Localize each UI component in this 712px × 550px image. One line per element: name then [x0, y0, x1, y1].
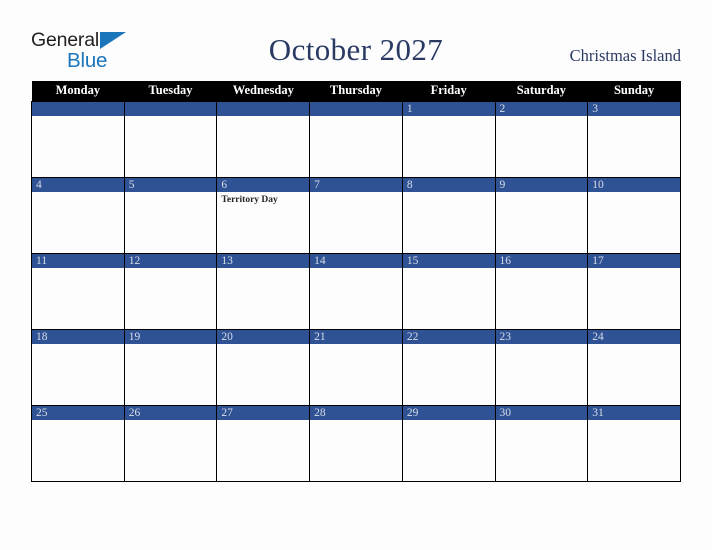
day-number: 30: [495, 405, 588, 420]
day-number: 20: [217, 329, 310, 344]
calendar-day-cell[interactable]: 10: [587, 176, 681, 254]
calendar-day-cell[interactable]: 13: [216, 252, 311, 330]
page-header: General Blue October 2027 Christmas Isla…: [31, 22, 681, 74]
day-number: [124, 101, 217, 116]
calendar-day-cell[interactable]: 5: [123, 176, 218, 254]
weekday-header-row: Monday Tuesday Wednesday Thursday Friday Satu…: [31, 81, 681, 101]
calendar-week-row: 123: [31, 100, 681, 178]
day-number: 21: [310, 329, 402, 344]
day-number: 17: [588, 253, 680, 268]
weekday-header-wednesday: Wednesday: [216, 81, 310, 101]
calendar-empty-cell: [216, 100, 311, 178]
calendar-day-cell[interactable]: 30: [494, 404, 589, 482]
day-number: 4: [32, 177, 124, 192]
day-number: 24: [588, 329, 680, 344]
calendar-empty-cell: [309, 100, 403, 178]
day-number: 7: [310, 177, 402, 192]
calendar-header-row: Monday Tuesday Wednesday Thursday Friday Satu…: [31, 81, 681, 101]
calendar-day-cell[interactable]: 31: [587, 404, 681, 482]
day-number: [310, 101, 402, 116]
day-number: 1: [402, 101, 495, 116]
calendar-grid: Monday Tuesday Wednesday Thursday Friday Satu…: [31, 81, 681, 482]
day-number: [32, 101, 124, 116]
calendar-day-cell[interactable]: 15: [401, 252, 496, 330]
calendar-page: General Blue October 2027 Christmas Isla…: [0, 0, 712, 550]
day-number: 25: [32, 405, 124, 420]
calendar-day-cell[interactable]: 16: [494, 252, 589, 330]
day-number: 26: [124, 405, 217, 420]
calendar-day-cell[interactable]: 18: [31, 328, 125, 406]
calendar-day-cell[interactable]: 17: [587, 252, 681, 330]
calendar-day-cell[interactable]: 23: [494, 328, 589, 406]
calendar-day-cell[interactable]: 24: [587, 328, 681, 406]
location-label: Christmas Island: [569, 46, 681, 65]
day-number: 14: [310, 253, 402, 268]
weekday-header-monday: Monday: [31, 81, 125, 101]
calendar-day-cell[interactable]: 19: [123, 328, 218, 406]
day-number: 27: [217, 405, 310, 420]
calendar-day-cell[interactable]: 14: [309, 252, 403, 330]
calendar-day-cell[interactable]: 22: [401, 328, 496, 406]
calendar-empty-cell: [123, 100, 218, 178]
day-number: [217, 101, 310, 116]
day-events: Territory Day: [217, 192, 309, 206]
day-number: 10: [588, 177, 680, 192]
day-number: 6: [217, 177, 310, 192]
calendar-week-row: 18 19 20 21 22 23 24: [31, 328, 681, 406]
calendar-empty-cell: [31, 100, 125, 178]
calendar-day-cell[interactable]: 12: [123, 252, 218, 330]
calendar-day-cell[interactable]: 29: [401, 404, 496, 482]
calendar-day-cell[interactable]: 3: [587, 100, 681, 178]
event-label: Territory Day: [221, 194, 278, 205]
day-number: 9: [495, 177, 588, 192]
calendar-day-cell[interactable]: 27: [216, 404, 311, 482]
calendar-week-row: 11 12 13 14 15 16 17: [31, 252, 681, 330]
calendar-body: 1 2 3 4 5 6 Territory Day 7 8 9 10 11 12 13 14 15 16 17 18…: [31, 100, 681, 482]
weekday-header-tuesday: Tuesday: [124, 81, 217, 101]
weekday-header-saturday: Saturday: [495, 81, 588, 101]
day-number: 23: [495, 329, 588, 344]
day-number: 15: [402, 253, 495, 268]
calendar-week-row: 25 26 27 28 29 30 31: [31, 404, 681, 482]
day-number: 13: [217, 253, 310, 268]
day-number: 11: [32, 253, 124, 268]
calendar-day-cell[interactable]: 4: [31, 176, 125, 254]
weekday-header-friday: Friday: [402, 81, 496, 101]
calendar-day-cell[interactable]: 28: [309, 404, 403, 482]
calendar-week-row: 4 5 6 Territory Day 7 8 9 10: [31, 176, 681, 254]
day-number: 12: [124, 253, 217, 268]
calendar-day-cell[interactable]: 11: [31, 252, 125, 330]
calendar-day-cell[interactable]: 7: [309, 176, 403, 254]
day-number: 31: [588, 405, 680, 420]
day-number: 22: [402, 329, 495, 344]
calendar-day-cell[interactable]: 2: [494, 100, 589, 178]
day-number: 16: [495, 253, 588, 268]
calendar-day-cell[interactable]: 9: [494, 176, 589, 254]
calendar-day-cell[interactable]: 1: [401, 100, 496, 178]
day-number: 3: [588, 101, 680, 116]
weekday-header-sunday: Sunday: [587, 81, 681, 101]
day-number: 18: [32, 329, 124, 344]
calendar-day-cell[interactable]: 8: [401, 176, 496, 254]
day-number: 28: [310, 405, 402, 420]
calendar-day-cell[interactable]: 26: [123, 404, 218, 482]
calendar-day-cell[interactable]: 20: [216, 328, 311, 406]
day-number: 8: [402, 177, 495, 192]
day-number: 2: [495, 101, 588, 116]
calendar-day-cell[interactable]: 25: [31, 404, 125, 482]
calendar-day-cell[interactable]: 6 Territory Day: [216, 176, 311, 254]
weekday-header-thursday: Thursday: [309, 81, 403, 101]
day-number: 29: [402, 405, 495, 420]
day-number: 5: [124, 177, 217, 192]
day-number: 19: [124, 329, 217, 344]
calendar-day-cell[interactable]: 21: [309, 328, 403, 406]
